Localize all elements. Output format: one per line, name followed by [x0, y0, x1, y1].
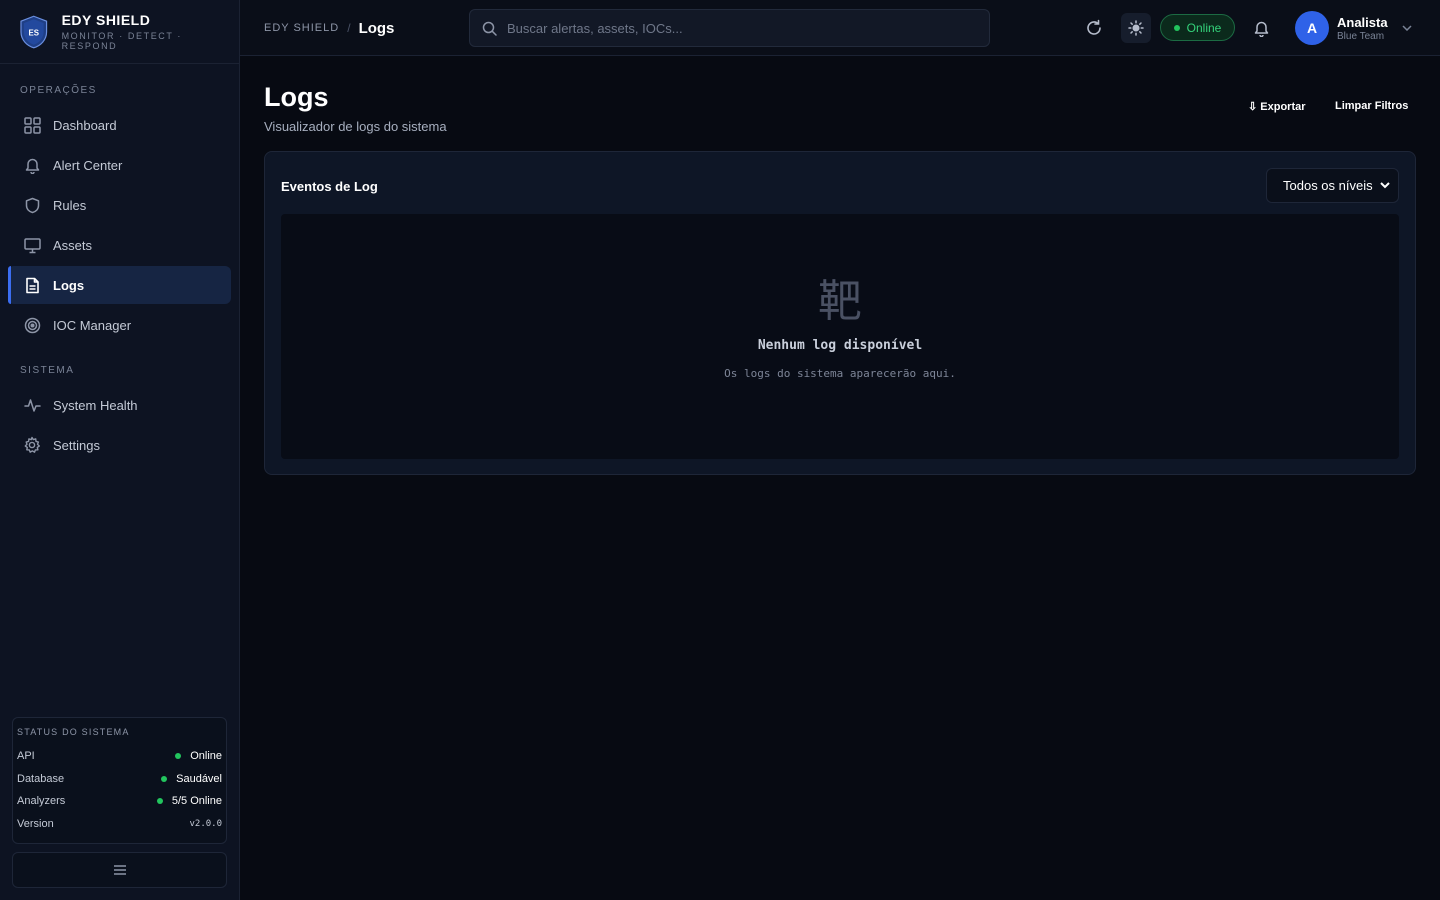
chevron-down-icon [1402, 25, 1412, 31]
log-events-card: Eventos de Log Todos os níveis 靶 Nenhum … [264, 151, 1416, 475]
page-subtitle: Visualizador de logs do sistema [264, 119, 447, 134]
menu-icon [113, 865, 126, 875]
sidebar-item-label: Assets [53, 237, 93, 253]
chevron-down-icon [1380, 182, 1390, 189]
refresh-button[interactable] [1079, 13, 1109, 43]
search-input[interactable] [507, 20, 967, 36]
theme-toggle-button[interactable] [1121, 13, 1151, 43]
system-status-panel: STATUS DO SISTEMA API Online Database Sa… [12, 717, 227, 844]
sidebar-item-label: Dashboard [53, 117, 117, 133]
empty-state-title: Nenhum log disponível [757, 338, 923, 353]
level-filter-value: Todos os níveis [1283, 178, 1373, 193]
monitor-icon [23, 236, 41, 254]
empty-state-subtitle: Os logs do sistema aparecerão aqui. [724, 367, 956, 380]
breadcrumb-separator: / [347, 21, 351, 35]
shield-logo-icon: ES [20, 15, 48, 48]
status-dot-icon [1173, 24, 1180, 31]
logo-text: ES [29, 28, 39, 37]
clear-filters-button[interactable]: Limpar Filtros [1335, 100, 1408, 112]
sidebar-item-logs[interactable]: Logs [8, 266, 231, 304]
status-label: Version [17, 817, 54, 830]
sidebar-item-label: System Health [53, 397, 138, 413]
search-bar[interactable] [469, 9, 990, 47]
sidebar-item-label: Alert Center [53, 157, 123, 173]
activity-icon [23, 396, 41, 414]
connection-status-badge: Online [1160, 14, 1235, 41]
document-icon [23, 276, 41, 294]
target-icon [23, 316, 41, 334]
status-label: API [17, 750, 35, 763]
system-status-title: STATUS DO SISTEMA [17, 727, 130, 737]
sidebar-item-system-health[interactable]: System Health [8, 386, 231, 424]
notifications-button[interactable] [1246, 13, 1276, 43]
level-filter-select[interactable]: Todos os níveis [1266, 168, 1399, 203]
brand-name: EDY SHIELD [61, 12, 151, 28]
refresh-icon [1087, 19, 1101, 35]
status-dot-icon [156, 798, 163, 805]
status-value: Online [190, 750, 222, 763]
brand[interactable]: ES EDY SHIELD MONITOR · DETECT · RESPOND [0, 0, 239, 64]
breadcrumb-current: Logs [358, 19, 395, 37]
status-dot-icon [175, 753, 182, 760]
sidebar-item-alert-center[interactable]: Alert Center [8, 146, 231, 184]
section-label-system: SISTEMA [20, 365, 75, 376]
sidebar-item-label: Settings [53, 437, 100, 453]
sidebar-item-label: Rules [53, 197, 87, 213]
status-row-analyzers: Analyzers 5/5 Online [17, 790, 222, 813]
connection-status-label: Online [1186, 20, 1222, 35]
avatar: A [1295, 11, 1329, 45]
sidebar-item-ioc-manager[interactable]: IOC Manager [8, 306, 231, 344]
breadcrumb: EDY SHIELD / Logs [264, 0, 394, 56]
shield-icon [23, 196, 41, 214]
breadcrumb-root[interactable]: EDY SHIELD [264, 22, 339, 34]
version-value: v2.0.0 [189, 818, 222, 829]
sun-icon [1128, 20, 1144, 36]
sidebar-item-rules[interactable]: Rules [8, 186, 231, 224]
status-label: Database [17, 772, 65, 785]
sidebar-item-assets[interactable]: Assets [8, 226, 231, 264]
empty-state-icon: 靶 [818, 276, 862, 327]
topbar: EDY SHIELD / Logs Online A Analista Blue… [240, 0, 1440, 56]
user-menu[interactable]: A Analista Blue Team [1295, 11, 1412, 45]
user-role: Blue Team [1337, 30, 1385, 42]
sidebar-item-label: Logs [53, 277, 85, 293]
user-name: Analista [1337, 14, 1388, 30]
status-value: 5/5 Online [171, 795, 222, 808]
status-row-api: API Online [17, 745, 222, 768]
grid-icon [23, 116, 41, 134]
bell-icon [1254, 21, 1268, 37]
brand-tagline: MONITOR · DETECT · RESPOND [61, 31, 183, 51]
sidebar-collapse-button[interactable] [12, 852, 227, 888]
export-button[interactable]: ⇩ Exportar [1248, 100, 1306, 113]
sidebar-item-label: IOC Manager [53, 317, 132, 333]
status-dot-icon [161, 775, 168, 782]
status-row-database: Database Saudável [17, 768, 222, 791]
page-title: Logs [264, 82, 329, 112]
sidebar: ES EDY SHIELD MONITOR · DETECT · RESPOND… [0, 0, 240, 900]
card-title: Eventos de Log [281, 179, 378, 194]
status-value: Saudável [176, 772, 222, 785]
gear-icon [23, 436, 41, 454]
bell-icon [23, 156, 41, 174]
sidebar-item-settings[interactable]: Settings [8, 426, 231, 464]
status-row-version: Version v2.0.0 [17, 813, 222, 836]
empty-state: 靶 Nenhum log disponível Os logs do siste… [281, 214, 1399, 459]
nav-system: System Health Settings [0, 386, 239, 464]
sidebar-item-dashboard[interactable]: Dashboard [8, 106, 231, 144]
section-label-operations: OPERAÇÕES [20, 85, 97, 96]
nav-operations: Dashboard Alert Center Rules Assets Logs [0, 106, 239, 344]
search-icon [482, 21, 497, 36]
status-label: Analyzers [17, 795, 66, 808]
